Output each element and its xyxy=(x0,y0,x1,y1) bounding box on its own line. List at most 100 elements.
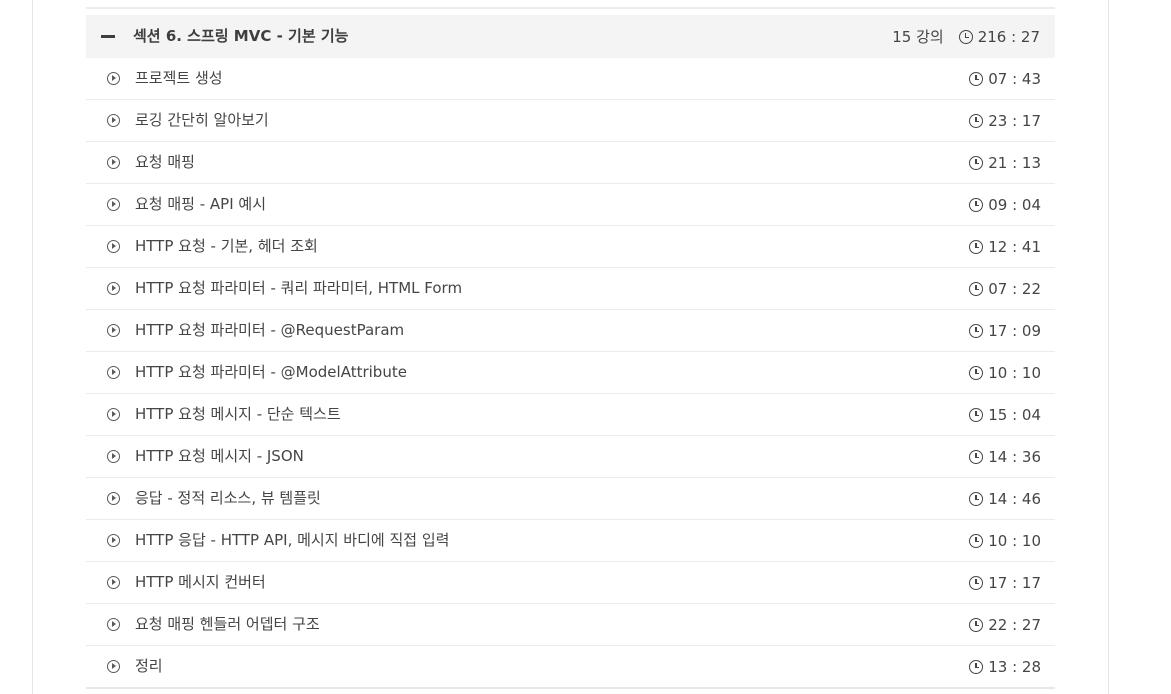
play-circle-icon xyxy=(107,240,120,253)
lecture-time: 15 : 04 xyxy=(988,405,1041,424)
lecture-duration: 07 : 22 xyxy=(969,268,1041,309)
lecture-item[interactable]: 정리 13 : 28 xyxy=(86,646,1055,689)
clock-icon xyxy=(969,617,984,632)
clock-icon xyxy=(969,323,984,338)
lecture-title: HTTP 요청 파라미터 - @ModelAttribute xyxy=(135,363,407,381)
lecture-duration: 10 : 10 xyxy=(969,520,1041,561)
lecture-item[interactable]: HTTP 요청 파라미터 - 쿼리 파라미터, HTML Form 07 : 2… xyxy=(86,268,1055,310)
lecture-item[interactable]: 요청 매핑 - API 예시 09 : 04 xyxy=(86,184,1055,226)
play-circle-icon xyxy=(107,576,120,589)
lecture-title: 요청 매핑 - API 예시 xyxy=(135,195,267,213)
clock-icon xyxy=(969,407,984,422)
play-circle-icon xyxy=(107,156,120,169)
lecture-time: 17 : 17 xyxy=(988,573,1041,592)
play-circle-icon xyxy=(107,114,120,127)
lecture-time: 14 : 36 xyxy=(988,447,1041,466)
lecture-duration: 22 : 27 xyxy=(969,604,1041,645)
lecture-item[interactable]: HTTP 요청 메시지 - 단순 텍스트 15 : 04 xyxy=(86,394,1055,436)
lecture-time: 09 : 04 xyxy=(988,195,1041,214)
lecture-duration: 17 : 09 xyxy=(969,310,1041,351)
lecture-item[interactable]: 프로젝트 생성 07 : 43 xyxy=(86,58,1055,100)
lecture-item[interactable]: HTTP 응답 - HTTP API, 메시지 바디에 직접 입력 10 : 1… xyxy=(86,520,1055,562)
clock-icon xyxy=(969,449,984,464)
lecture-title: 로깅 간단히 알아보기 xyxy=(135,111,269,129)
lecture-duration: 23 : 17 xyxy=(969,100,1041,141)
frame-border-right xyxy=(1108,0,1109,694)
play-circle-icon xyxy=(107,408,120,421)
lecture-list: 프로젝트 생성 07 : 43 로깅 간단히 알아보기 23 : 17 요청 매… xyxy=(86,58,1055,689)
lecture-duration: 09 : 04 xyxy=(969,184,1041,225)
play-circle-icon xyxy=(107,282,120,295)
clock-icon xyxy=(969,113,984,128)
lecture-title: HTTP 요청 파라미터 - 쿼리 파라미터, HTML Form xyxy=(135,279,463,297)
section-total-time: 216 : 27 xyxy=(977,27,1040,46)
play-circle-icon xyxy=(107,534,120,547)
play-circle-icon xyxy=(107,72,120,85)
lecture-time: 23 : 17 xyxy=(988,111,1041,130)
clock-icon xyxy=(969,533,984,548)
lecture-title: HTTP 요청 메시지 - 단순 텍스트 xyxy=(135,405,341,423)
clock-icon xyxy=(969,197,984,212)
lecture-title: 프로젝트 생성 xyxy=(135,69,223,87)
clock-icon xyxy=(958,29,973,44)
curriculum-page: 섹션 6. 스프링 MVC - 기본 기능 15 강의 216 : 27 프로젝… xyxy=(0,0,1171,694)
lecture-time: 14 : 46 xyxy=(988,489,1041,508)
lecture-title: HTTP 응답 - HTTP API, 메시지 바디에 직접 입력 xyxy=(135,531,450,549)
lecture-title: 요청 매핑 헨들러 어뎁터 구조 xyxy=(135,615,320,633)
section-header[interactable]: 섹션 6. 스프링 MVC - 기본 기능 15 강의 216 : 27 xyxy=(86,15,1055,58)
lecture-time: 13 : 28 xyxy=(988,657,1041,676)
lecture-time: 21 : 13 xyxy=(988,153,1041,172)
lecture-title: 요청 매핑 xyxy=(135,153,195,171)
curriculum-panel: 섹션 6. 스프링 MVC - 기본 기능 15 강의 216 : 27 프로젝… xyxy=(86,0,1055,694)
lecture-duration: 17 : 17 xyxy=(969,562,1041,603)
clock-icon xyxy=(969,491,984,506)
top-divider xyxy=(86,7,1055,9)
lecture-time: 17 : 09 xyxy=(988,321,1041,340)
lecture-title: HTTP 요청 메시지 - JSON xyxy=(135,447,304,465)
lecture-item[interactable]: 요청 매핑 21 : 13 xyxy=(86,142,1055,184)
play-circle-icon xyxy=(107,492,120,505)
lecture-time: 07 : 43 xyxy=(988,69,1041,88)
lecture-time: 12 : 41 xyxy=(988,237,1041,256)
lecture-duration: 12 : 41 xyxy=(969,226,1041,267)
lecture-item[interactable]: HTTP 요청 파라미터 - @ModelAttribute 10 : 10 xyxy=(86,352,1055,394)
lecture-duration: 15 : 04 xyxy=(969,394,1041,435)
lecture-time: 07 : 22 xyxy=(988,279,1041,298)
clock-icon xyxy=(969,239,984,254)
lecture-item[interactable]: 응답 - 정적 리소스, 뷰 템플릿 14 : 46 xyxy=(86,478,1055,520)
lecture-title: HTTP 요청 파라미터 - @RequestParam xyxy=(135,321,405,339)
lecture-duration: 21 : 13 xyxy=(969,142,1041,183)
lecture-item[interactable]: HTTP 메시지 컨버터 17 : 17 xyxy=(86,562,1055,604)
lecture-duration: 10 : 10 xyxy=(969,352,1041,393)
section-title: 섹션 6. 스프링 MVC - 기본 기능 xyxy=(133,27,349,45)
lecture-item[interactable]: HTTP 요청 메시지 - JSON 14 : 36 xyxy=(86,436,1055,478)
lecture-title: 응답 - 정적 리소스, 뷰 템플릿 xyxy=(135,489,321,507)
lecture-duration: 07 : 43 xyxy=(969,58,1041,99)
lecture-item[interactable]: 로깅 간단히 알아보기 23 : 17 xyxy=(86,100,1055,142)
lecture-item[interactable]: HTTP 요청 파라미터 - @RequestParam 17 : 09 xyxy=(86,310,1055,352)
clock-icon xyxy=(969,659,984,674)
lecture-title: 정리 xyxy=(135,657,163,675)
play-circle-icon xyxy=(107,618,120,631)
clock-icon xyxy=(969,365,984,380)
lecture-title: HTTP 메시지 컨버터 xyxy=(135,573,266,591)
play-circle-icon xyxy=(107,324,120,337)
lecture-time: 22 : 27 xyxy=(988,615,1041,634)
clock-icon xyxy=(969,575,984,590)
clock-icon xyxy=(969,155,984,170)
section-meta: 15 강의 216 : 27 xyxy=(892,15,1040,58)
minus-icon[interactable] xyxy=(101,35,115,38)
lecture-title: HTTP 요청 - 기본, 헤더 조회 xyxy=(135,237,318,255)
lecture-item[interactable]: HTTP 요청 - 기본, 헤더 조회 12 : 41 xyxy=(86,226,1055,268)
frame-border-left xyxy=(32,0,33,694)
play-circle-icon xyxy=(107,366,120,379)
play-circle-icon xyxy=(107,450,120,463)
clock-icon xyxy=(969,281,984,296)
play-circle-icon xyxy=(107,198,120,211)
lecture-count: 15 강의 xyxy=(892,28,944,46)
lecture-duration: 13 : 28 xyxy=(969,646,1041,687)
lecture-item[interactable]: 요청 매핑 헨들러 어뎁터 구조 22 : 27 xyxy=(86,604,1055,646)
lecture-time: 10 : 10 xyxy=(988,363,1041,382)
clock-icon xyxy=(969,71,984,86)
lecture-time: 10 : 10 xyxy=(988,531,1041,550)
